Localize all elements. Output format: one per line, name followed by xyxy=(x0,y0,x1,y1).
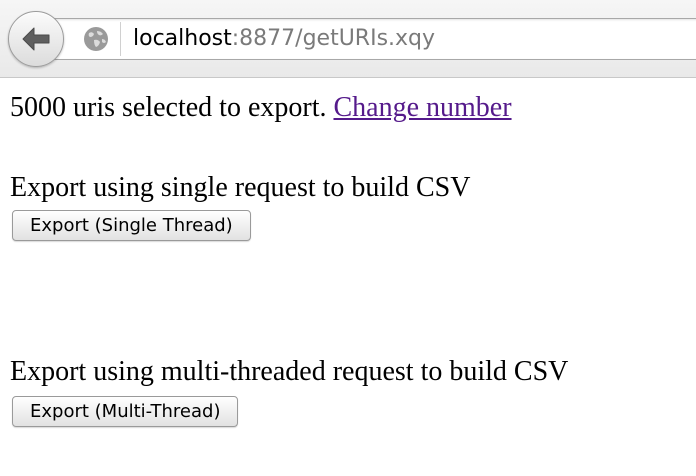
browser-toolbar: localhost:8877/getURIs.xqy xyxy=(0,0,696,78)
uris-selected-text: 5000 uris selected to export. xyxy=(10,92,327,123)
url-divider xyxy=(120,22,121,56)
url-path: :8877/getURIs.xqy xyxy=(231,26,436,51)
globe-icon xyxy=(84,27,108,51)
url-text[interactable]: localhost:8877/getURIs.xqy xyxy=(133,24,435,54)
multi-thread-heading: Export using multi-threaded request to b… xyxy=(10,356,569,387)
change-number-link[interactable]: Change number xyxy=(333,92,511,123)
arrow-left-icon xyxy=(22,27,50,51)
url-host: localhost xyxy=(133,26,232,51)
export-single-thread-button[interactable]: Export (Single Thread) xyxy=(12,210,251,241)
back-button[interactable] xyxy=(8,11,64,67)
selection-summary: 5000 uris selected to export. Change num… xyxy=(10,88,512,128)
single-thread-heading: Export using single request to build CSV xyxy=(10,172,471,203)
export-multi-thread-button[interactable]: Export (Multi-Thread) xyxy=(12,396,239,427)
